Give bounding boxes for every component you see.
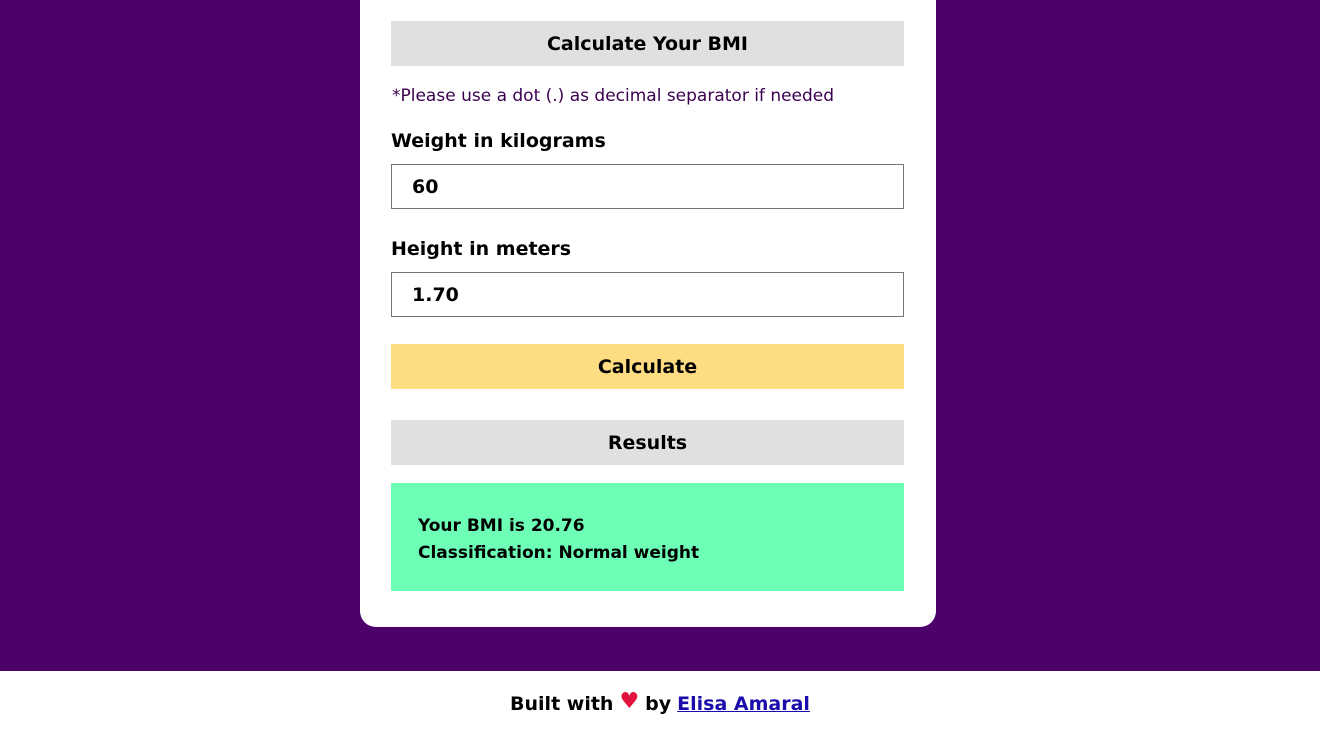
result-box: Your BMI is 20.76 Classification: Normal…: [391, 483, 904, 591]
footer: Built with ♥ by Elisa Amaral: [0, 671, 1320, 736]
calculator-title: Calculate Your BMI: [391, 21, 904, 66]
height-input[interactable]: [391, 272, 904, 317]
weight-label: Weight in kilograms: [391, 130, 606, 152]
classification-text: Classification: Normal weight: [418, 543, 700, 563]
footer-built-with: Built with: [510, 692, 614, 715]
author-link[interactable]: Elisa Amaral: [677, 693, 810, 715]
results-title: Results: [391, 420, 904, 465]
calculate-button[interactable]: Calculate: [391, 344, 904, 389]
footer-by: by: [645, 692, 672, 715]
height-label: Height in meters: [391, 238, 572, 260]
weight-input[interactable]: [391, 164, 904, 209]
decimal-note: *Please use a dot (.) as decimal separat…: [392, 86, 835, 106]
bmi-value-text: Your BMI is 20.76: [418, 516, 585, 536]
bmi-card: Calculate Your BMI *Please use a dot (.)…: [360, 0, 936, 627]
heart-icon: ♥: [619, 689, 640, 714]
